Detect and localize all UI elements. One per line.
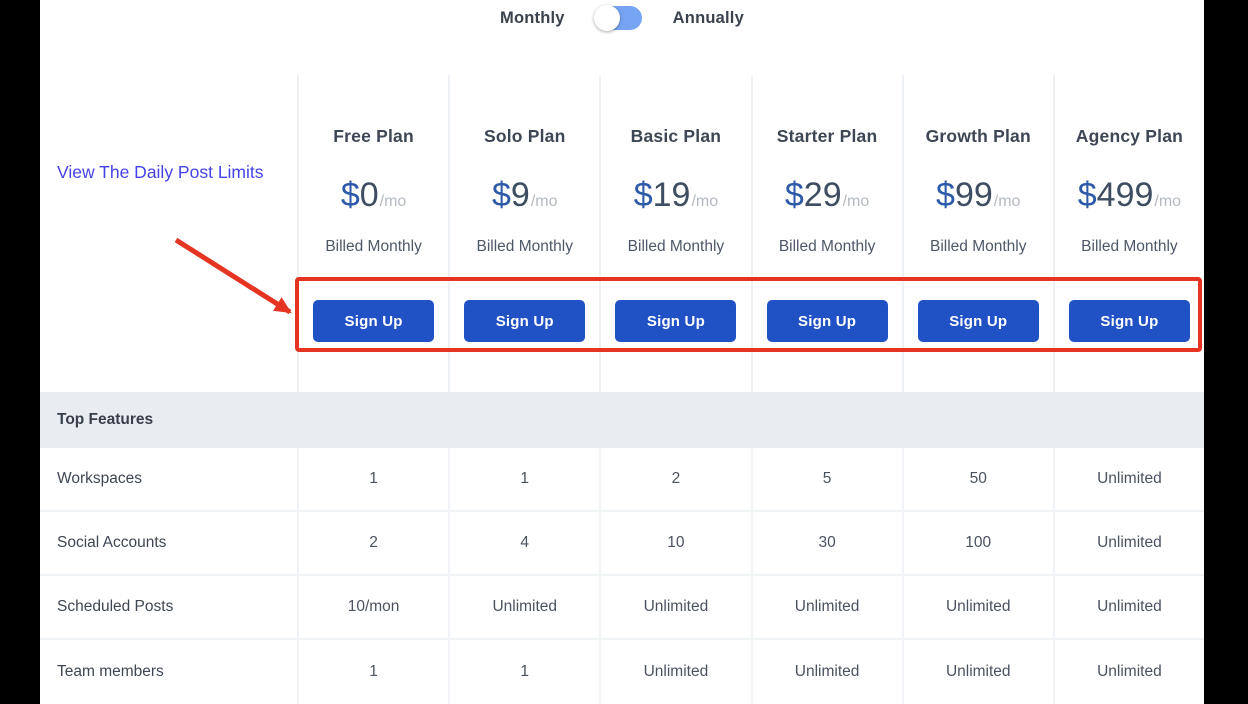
signup-button-starter[interactable]: Sign Up xyxy=(766,300,888,342)
plan-column-starter: Starter Plan $29/mo Billed Monthly Sign … xyxy=(750,75,902,392)
billing-cycle-text: Billed Monthly xyxy=(325,238,422,255)
feature-value: 4 xyxy=(448,512,599,574)
billing-cycle-text: Billed Monthly xyxy=(476,238,573,255)
feature-value: Unlimited xyxy=(448,576,599,638)
feature-value: 10 xyxy=(599,512,750,574)
plan-column-free: Free Plan $0/mo Billed Monthly Sign Up xyxy=(297,75,448,392)
feature-value: 1 xyxy=(297,448,448,510)
feature-value: 2 xyxy=(297,512,448,574)
feature-value: 1 xyxy=(297,640,448,704)
price-amount: 9 xyxy=(510,176,530,214)
plan-price: $9/mo xyxy=(492,175,558,222)
features-table: Top Features Workspaces 1 1 2 5 50 Unlim… xyxy=(40,392,1204,704)
feature-value: Unlimited xyxy=(599,576,750,638)
feature-value: Unlimited xyxy=(750,640,902,704)
price-amount: 29 xyxy=(803,176,842,214)
plan-column-solo: Solo Plan $9/mo Billed Monthly Sign Up xyxy=(448,75,599,392)
plan-name: Basic Plan xyxy=(630,126,722,146)
currency-symbol: $ xyxy=(936,176,955,214)
plan-price: $0/mo xyxy=(341,175,407,222)
plan-price: $29/mo xyxy=(785,175,869,222)
currency-symbol: $ xyxy=(491,176,511,214)
pricing-page: Monthly Annually View The Daily Post Lim… xyxy=(40,0,1204,704)
billing-cycle-text: Billed Monthly xyxy=(929,238,1027,255)
feature-value: Unlimited xyxy=(750,576,902,638)
feature-value: 10/mon xyxy=(297,576,448,638)
monthly-label: Monthly xyxy=(500,8,565,27)
feature-value: Unlimited xyxy=(599,640,750,704)
feature-value: Unlimited xyxy=(1052,448,1204,510)
section-title: Top Features xyxy=(57,411,154,428)
feature-label: Workspaces xyxy=(57,470,142,487)
currency-symbol: $ xyxy=(340,176,360,214)
table-row-social-accounts: Social Accounts 2 4 10 30 100 Unlimited xyxy=(40,512,1204,576)
toggle-knob xyxy=(593,5,620,31)
billing-cycle-text: Billed Monthly xyxy=(627,238,725,255)
price-amount: 499 xyxy=(1096,176,1154,214)
billing-toggle-row: Monthly Annually xyxy=(40,5,1204,31)
signup-button-basic[interactable]: Sign Up xyxy=(615,300,737,342)
billing-cycle-text: Billed Monthly xyxy=(1081,238,1178,255)
price-period: /mo xyxy=(530,193,558,210)
plan-name: Solo Plan xyxy=(483,126,566,146)
feature-value: 1 xyxy=(448,448,599,510)
feature-value: 30 xyxy=(750,512,902,574)
plan-price: $19/mo xyxy=(634,175,718,222)
feature-value: Unlimited xyxy=(1052,576,1204,638)
plan-price: $99/mo xyxy=(936,175,1020,222)
plan-name: Agency Plan xyxy=(1075,126,1184,146)
price-period: /mo xyxy=(842,193,870,210)
currency-symbol: $ xyxy=(784,176,804,214)
plan-name: Free Plan xyxy=(333,126,414,146)
plan-column-basic: Basic Plan $19/mo Billed Monthly Sign Up xyxy=(599,75,750,392)
price-amount: 19 xyxy=(652,176,691,214)
price-amount: 0 xyxy=(359,176,379,214)
currency-symbol: $ xyxy=(1077,176,1097,214)
feature-value: Unlimited xyxy=(1052,512,1204,574)
billing-cycle-text: Billed Monthly xyxy=(778,238,876,255)
signup-button-agency[interactable]: Sign Up xyxy=(1068,300,1190,342)
feature-label: Social Accounts xyxy=(57,534,167,551)
signup-button-solo[interactable]: Sign Up xyxy=(464,300,586,342)
signup-button-free[interactable]: Sign Up xyxy=(313,300,435,342)
plan-column-growth: Growth Plan $99/mo Billed Monthly Sign U… xyxy=(901,75,1053,392)
plan-column-agency: Agency Plan $499/mo Billed Monthly Sign … xyxy=(1052,75,1204,392)
table-row-scheduled-posts: Scheduled Posts 10/mon Unlimited Unlimit… xyxy=(40,576,1204,640)
plan-price: $499/mo xyxy=(1078,175,1181,222)
feature-value: Unlimited xyxy=(901,576,1053,638)
price-period: /mo xyxy=(379,193,407,210)
feature-label: Scheduled Posts xyxy=(57,598,174,615)
currency-symbol: $ xyxy=(633,176,653,214)
price-period: /mo xyxy=(993,193,1021,210)
feature-value: 1 xyxy=(448,640,599,704)
price-period: /mo xyxy=(1154,193,1182,210)
annually-label: Annually xyxy=(672,8,744,27)
section-header-top-features: Top Features xyxy=(40,392,1204,448)
feature-value: 2 xyxy=(599,448,750,510)
feature-value: Unlimited xyxy=(1052,640,1204,704)
label-column-spacer xyxy=(40,75,297,392)
feature-value: 100 xyxy=(901,512,1053,574)
feature-value: 50 xyxy=(901,448,1053,510)
price-period: /mo xyxy=(691,193,719,210)
table-row-workspaces: Workspaces 1 1 2 5 50 Unlimited xyxy=(40,448,1204,512)
feature-label: Team members xyxy=(57,663,164,680)
plan-name: Growth Plan xyxy=(925,126,1031,146)
price-amount: 99 xyxy=(954,176,993,214)
plans-grid: Free Plan $0/mo Billed Monthly Sign Up S… xyxy=(40,75,1204,392)
feature-value: 5 xyxy=(750,448,902,510)
plan-name: Starter Plan xyxy=(776,126,878,146)
feature-value: Unlimited xyxy=(901,640,1053,704)
signup-button-growth[interactable]: Sign Up xyxy=(917,300,1039,342)
table-row-team-members: Team members 1 1 Unlimited Unlimited Unl… xyxy=(40,640,1204,704)
billing-toggle-switch[interactable] xyxy=(593,5,642,31)
